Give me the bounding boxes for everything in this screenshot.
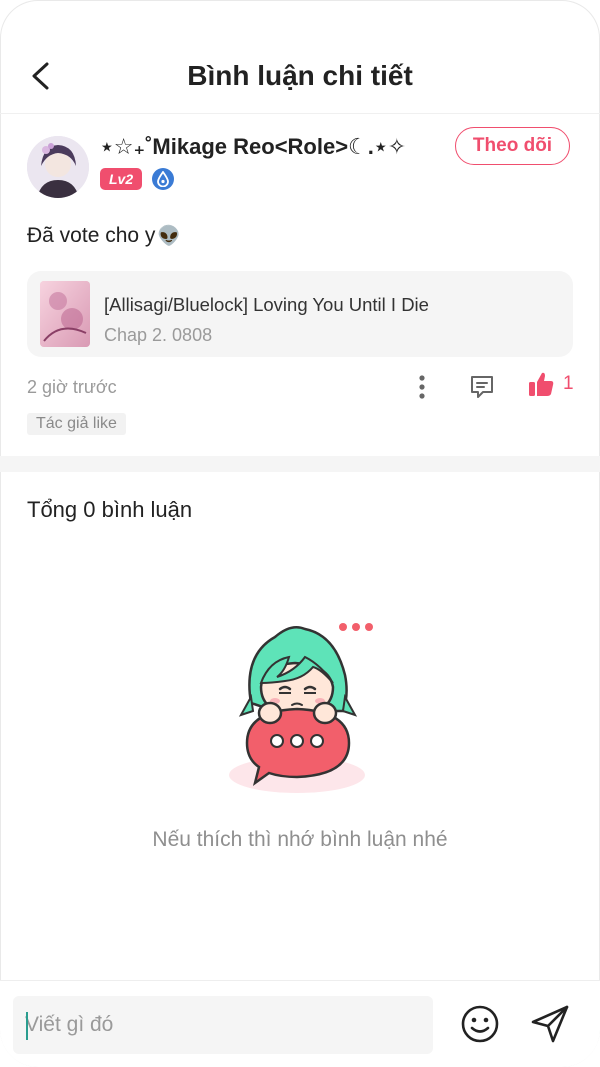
comment-input[interactable] (13, 996, 433, 1054)
story-chapter: Chap 2. 0808 (104, 325, 213, 345)
author-like-tag: Tác giả like (27, 413, 126, 435)
comment-text: Đã vote cho y 👽 (27, 224, 181, 248)
emoji-icon (461, 1005, 499, 1043)
comment-body: Đã vote cho y (27, 224, 156, 247)
drop-badge-icon (152, 168, 175, 190)
reply-icon (471, 376, 493, 398)
more-dots-icon (419, 375, 425, 399)
page-title: Bình luận chi tiết (187, 60, 413, 91)
like-button[interactable]: 1 (527, 370, 574, 398)
send-button[interactable] (528, 1002, 572, 1046)
send-icon (531, 1005, 569, 1043)
story-card[interactable]: [Allisagi/Bluelock] Loving You Until I D… (27, 271, 573, 357)
story-cover (40, 281, 90, 347)
text-caret (26, 1012, 28, 1040)
screen: Bình luận chi tiết ⋆☆₊˚Mikage Reo<Role>☾… (0, 0, 600, 1067)
comment-total: Tổng 0 bình luận (27, 497, 193, 522)
comment-time: 2 giờ trước (27, 377, 117, 397)
avatar[interactable] (27, 136, 89, 198)
emoji-button[interactable] (460, 1004, 500, 1044)
user-badges: Lv2 (100, 168, 175, 190)
like-count: 1 (563, 373, 574, 394)
more-button[interactable] (408, 372, 436, 402)
empty-state-illustration (225, 615, 380, 800)
alien-emoji: 👽 (157, 226, 182, 247)
story-title: [Allisagi/Bluelock] Loving You Until I D… (104, 294, 429, 315)
header: Bình luận chi tiết (0, 0, 600, 114)
section-divider (0, 456, 600, 472)
composer-bar (0, 980, 600, 1067)
username[interactable]: ⋆☆₊˚Mikage Reo<Role>☾.⋆✧ (100, 134, 406, 160)
follow-button[interactable]: Theo dõi (455, 127, 570, 165)
thumbs-up-icon (529, 372, 554, 396)
level-badge: Lv2 (100, 168, 143, 190)
reply-button[interactable] (467, 372, 497, 402)
empty-state-message: Nếu thích thì nhớ bình luận nhé (152, 828, 448, 851)
